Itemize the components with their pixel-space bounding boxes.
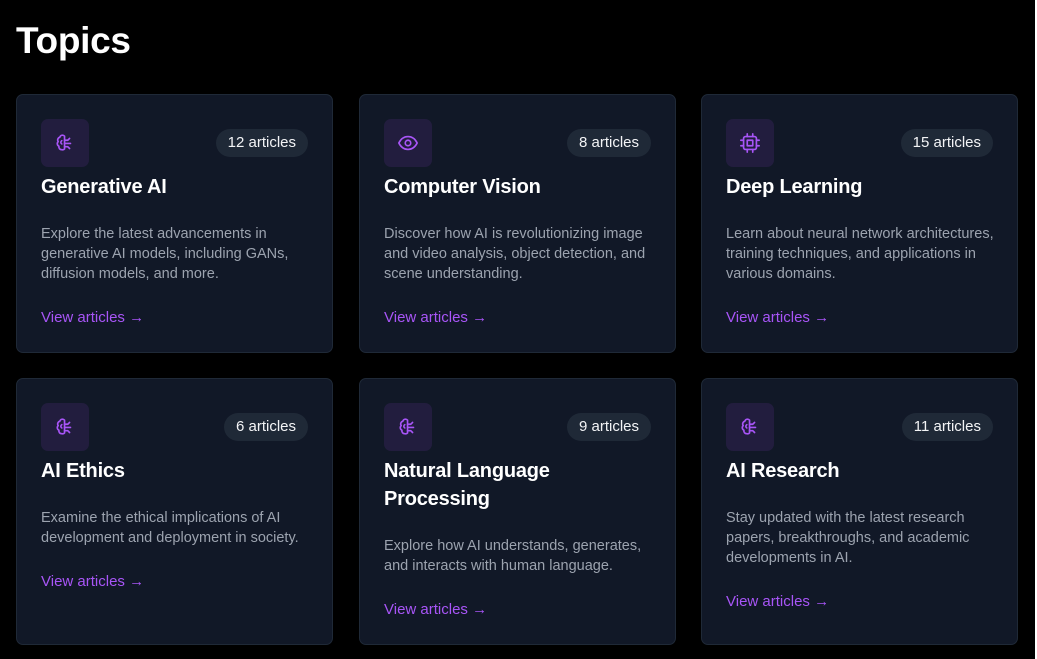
view-articles-link[interactable]: View articles →	[41, 308, 144, 328]
article-count-badge: 11 articles	[901, 413, 993, 441]
article-count-badge: 12 articles	[215, 129, 308, 157]
topic-card-generative-ai[interactable]: 12 articles Generative AI Explore the la…	[16, 94, 333, 353]
topic-card-deep-learning[interactable]: 15 articles Deep Learning Learn about ne…	[701, 94, 1018, 353]
topic-card-ai-research[interactable]: 11 articles AI Research Stay updated wit…	[701, 378, 1018, 645]
topic-card-computer-vision[interactable]: 8 articles Computer Vision Discover how …	[359, 94, 676, 353]
card-title: Computer Vision	[384, 176, 541, 198]
card-description: Examine the ethical implications of AI d…	[41, 510, 299, 546]
card-description: Discover how AI is revolutionizing image…	[384, 226, 646, 282]
topic-card-ai-ethics[interactable]: 6 articles AI Ethics Examine the ethical…	[16, 378, 333, 645]
brain-icon	[41, 119, 89, 167]
card-title: Generative AI	[41, 176, 167, 198]
article-count-badge: 8 articles	[566, 129, 651, 157]
view-articles-link[interactable]: View articles →	[384, 308, 487, 328]
card-title: Deep Learning	[726, 176, 863, 198]
article-count-badge: 9 articles	[566, 413, 651, 441]
topic-card-natural-language-processing[interactable]: 9 articles Natural Language Processing E…	[359, 378, 676, 645]
view-articles-link[interactable]: View articles →	[726, 592, 829, 612]
view-articles-link[interactable]: View articles →	[726, 308, 829, 328]
card-description: Explore how AI understands, generates, a…	[384, 538, 642, 574]
card-description: Learn about neural network architectures…	[726, 226, 994, 282]
article-count-badge: 15 articles	[900, 129, 993, 157]
topics-page: Topics 12 articles Generative AI Explore…	[0, 0, 1035, 659]
card-title: AI Research	[726, 460, 840, 482]
cpu-icon	[726, 119, 774, 167]
card-description: Explore the latest advancements in gener…	[41, 226, 289, 282]
card-description: Stay updated with the latest research pa…	[726, 510, 970, 566]
view-articles-link[interactable]: View articles →	[384, 600, 487, 620]
eye-icon	[384, 119, 432, 167]
brain-icon	[726, 403, 774, 451]
page-title: Topics	[16, 20, 131, 61]
card-title: AI Ethics	[41, 460, 125, 482]
brain-icon	[384, 403, 432, 451]
card-title: Natural Language Processing	[384, 460, 550, 510]
view-articles-link[interactable]: View articles →	[41, 572, 144, 592]
brain-icon	[41, 403, 89, 451]
article-count-badge: 6 articles	[223, 413, 308, 441]
